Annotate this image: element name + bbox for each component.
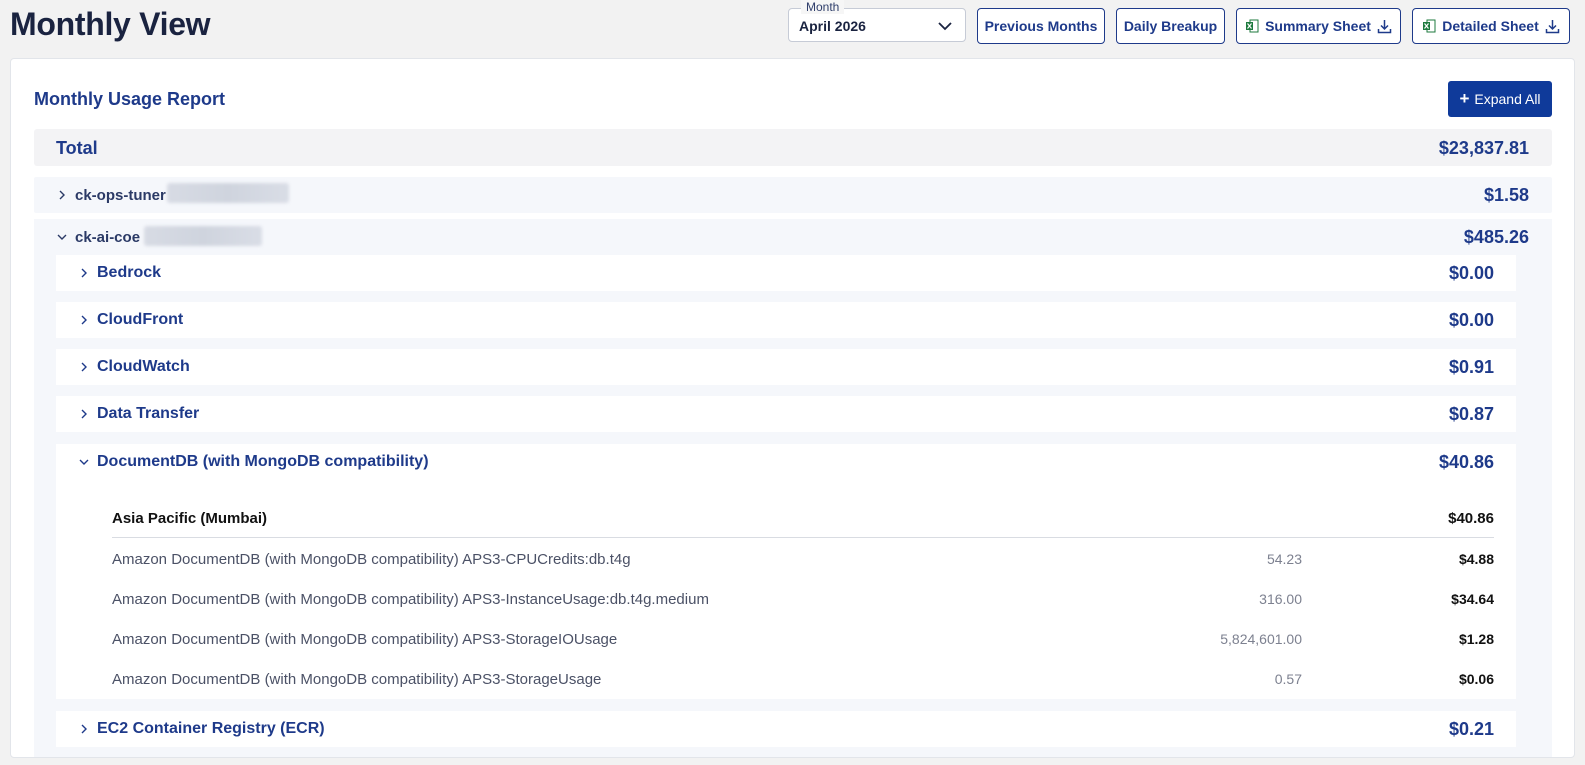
line-item-quantity: 54.23 [1266, 551, 1302, 567]
summary-sheet-label: Summary Sheet [1265, 18, 1371, 34]
line-item-quantity: 316.00 [1259, 591, 1302, 607]
total-value: $23,837.81 [1438, 138, 1529, 158]
page-title: Monthly View [10, 6, 211, 42]
chevron-right-icon [81, 268, 87, 278]
line-item: Amazon DocumentDB (with MongoDB compatib… [112, 631, 1494, 651]
redacted-account-id [144, 226, 262, 246]
month-select[interactable]: Month April 2026 [788, 0, 966, 42]
chevron-down-icon [57, 234, 67, 240]
service-cost: $0.21 [1448, 719, 1494, 739]
chevron-right-icon [81, 724, 87, 734]
service-name: CloudFront [97, 311, 184, 328]
detailed-sheet-label: Detailed Sheet [1442, 18, 1539, 34]
line-item-description: Amazon DocumentDB (with MongoDB compatib… [112, 631, 618, 648]
expand-all-button[interactable]: + Expand All [1448, 81, 1552, 117]
service-cost: $0.00 [1448, 310, 1494, 330]
service-cost: $40.86 [1438, 452, 1494, 472]
account-row[interactable]: ck-ops-tuner $1.58 [34, 177, 1552, 213]
previous-months-button[interactable]: Previous Months [977, 8, 1105, 44]
region-divider [112, 537, 1494, 538]
total-row: Total $23,837.81 [34, 129, 1552, 166]
chevron-right-icon [81, 409, 87, 419]
service-row[interactable]: Data Transfer $0.87 [56, 396, 1516, 432]
line-item-description: Amazon DocumentDB (with MongoDB compatib… [112, 551, 631, 568]
chevron-right-icon [59, 190, 65, 200]
service-expanded-panel: DocumentDB (with MongoDB compatibility) … [56, 444, 1516, 699]
line-item: Amazon DocumentDB (with MongoDB compatib… [112, 671, 1494, 691]
summary-sheet-button[interactable]: Summary Sheet [1236, 8, 1401, 44]
line-item-description: Amazon DocumentDB (with MongoDB compatib… [112, 591, 709, 608]
daily-breakup-button[interactable]: Daily Breakup [1116, 8, 1225, 44]
account-name: ck-ops-tuner [75, 187, 166, 204]
chevron-down-icon [938, 22, 952, 31]
service-row[interactable]: EC2 Container Registry (ECR) $0.21 [56, 711, 1516, 747]
download-icon [1377, 19, 1392, 33]
chevron-right-icon [81, 315, 87, 325]
region-name: Asia Pacific (Mumbai) [112, 510, 268, 527]
account-name: ck-ai-coe [75, 229, 141, 246]
excel-icon [1423, 19, 1436, 33]
line-item: Amazon DocumentDB (with MongoDB compatib… [112, 591, 1494, 611]
account-row[interactable]: ck-ai-coe $485.26 [34, 219, 1552, 255]
account-cost: $485.26 [1463, 227, 1529, 247]
chevron-right-icon [81, 362, 87, 372]
service-cost: $0.00 [1448, 263, 1494, 283]
redacted-account-id [167, 183, 289, 203]
region-cost: $40.86 [1448, 510, 1494, 527]
line-item-cost: $1.28 [1458, 631, 1494, 647]
line-item-cost: $4.88 [1458, 551, 1494, 567]
line-item-description: Amazon DocumentDB (with MongoDB compatib… [112, 671, 602, 688]
service-row[interactable]: DocumentDB (with MongoDB compatibility) … [56, 444, 1516, 480]
service-row[interactable]: CloudWatch $0.91 [56, 349, 1516, 385]
service-row[interactable]: Bedrock $0.00 [56, 255, 1516, 291]
download-icon [1545, 19, 1559, 33]
total-label: Total [56, 138, 98, 158]
previous-months-label: Previous Months [984, 18, 1098, 34]
service-name: Data Transfer [97, 405, 200, 422]
report-title: Monthly Usage Report [34, 89, 226, 109]
excel-icon [1246, 19, 1259, 33]
chevron-down-icon [79, 459, 89, 465]
line-item: Amazon DocumentDB (with MongoDB compatib… [112, 551, 1494, 571]
line-item-cost: $0.06 [1458, 671, 1494, 687]
line-item-cost: $34.64 [1451, 591, 1494, 607]
service-name: Bedrock [97, 264, 162, 281]
service-cost: $0.87 [1448, 404, 1494, 424]
service-row[interactable]: CloudFront $0.00 [56, 302, 1516, 338]
service-name: CloudWatch [97, 358, 190, 375]
account-cost: $1.58 [1483, 185, 1529, 205]
plus-icon: + [1459, 89, 1470, 108]
detailed-sheet-button[interactable]: Detailed Sheet [1412, 8, 1570, 44]
service-name: DocumentDB (with MongoDB compatibility) [97, 453, 429, 470]
expand-all-label: Expand All [1474, 91, 1541, 107]
line-item-quantity: 5,824,601.00 [1220, 631, 1302, 647]
usage-report-card: Monthly Usage Report + Expand All Total … [10, 58, 1575, 758]
line-item-quantity: 0.57 [1274, 671, 1302, 687]
month-select-value: April 2026 [799, 18, 866, 34]
account-block: ck-ai-coe $485.26 Bedrock $0.00 CloudFro… [34, 219, 1552, 757]
daily-breakup-label: Daily Breakup [1123, 18, 1218, 34]
service-cost: $0.91 [1448, 357, 1494, 377]
month-select-label: Month [801, 0, 845, 14]
service-name: EC2 Container Registry (ECR) [97, 720, 325, 737]
